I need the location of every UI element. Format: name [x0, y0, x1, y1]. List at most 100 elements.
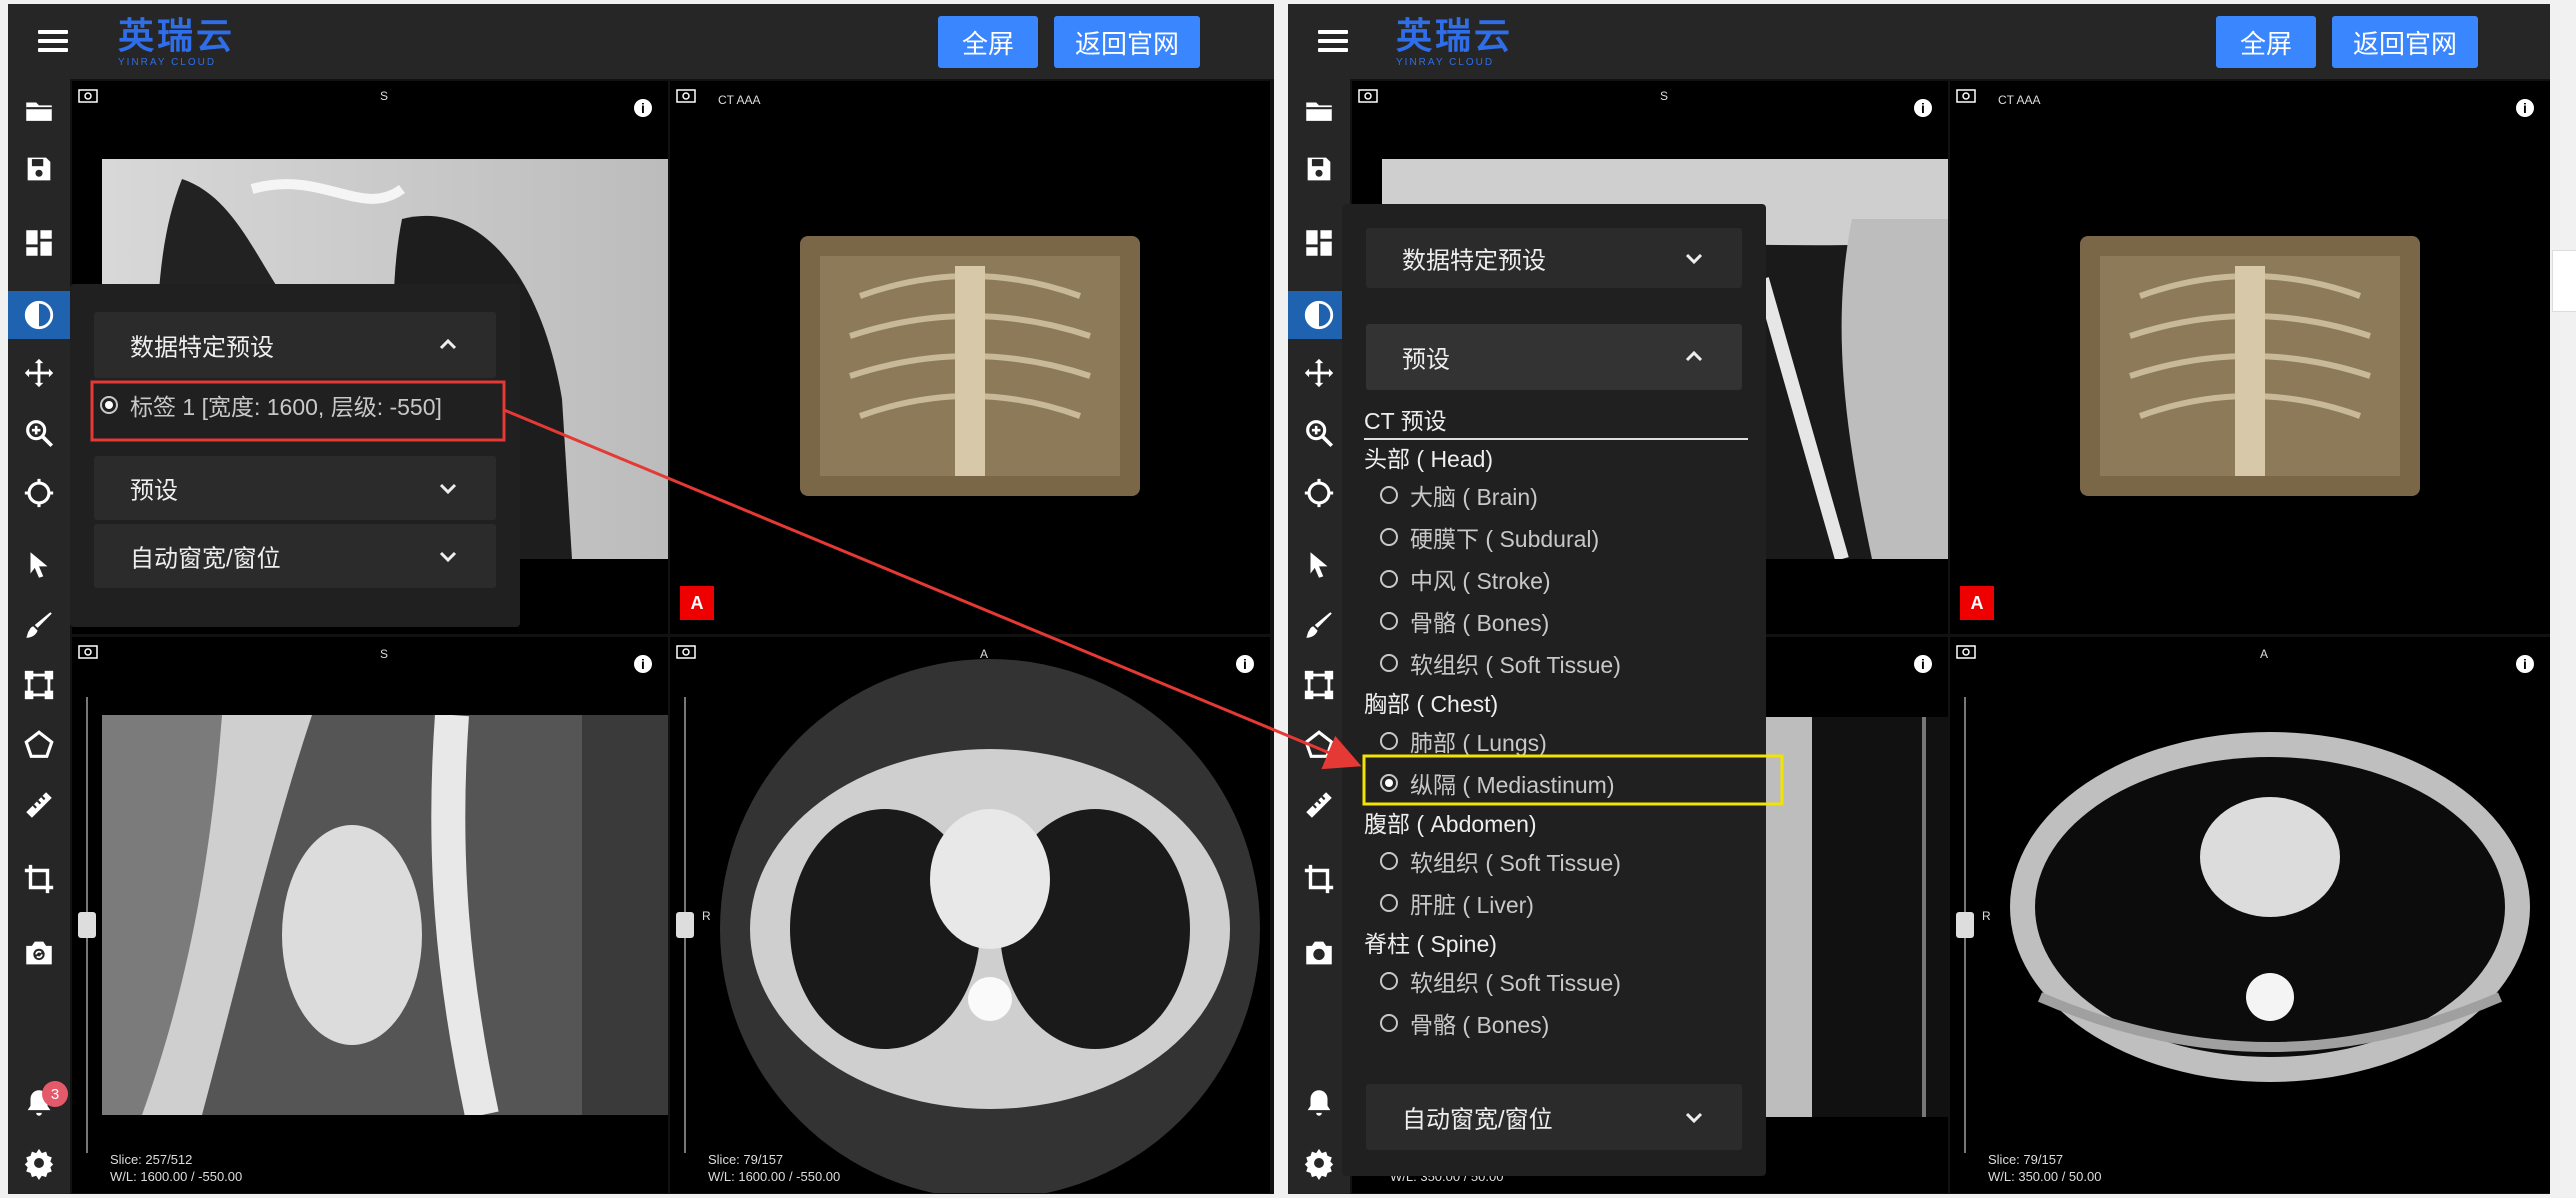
radio[interactable]	[1380, 1014, 1398, 1032]
fullscreen-button[interactable]: 全屏	[938, 16, 1038, 68]
preset-option[interactable]: 骨骼 ( Bones)	[1380, 604, 1549, 638]
open-folder-tool[interactable]	[8, 87, 70, 135]
crop-tool[interactable]	[1288, 855, 1350, 903]
brush-tool[interactable]	[8, 601, 70, 649]
pan-tool[interactable]	[1288, 349, 1350, 397]
info-icon[interactable]: i	[1914, 99, 1932, 117]
zoom-tool[interactable]	[1288, 409, 1350, 457]
camera-icon[interactable]	[78, 87, 98, 103]
viewport-overlay-text: Slice: 79/157 W/L: 350.00 / 50.00	[1988, 1151, 2101, 1185]
camera-icon[interactable]	[1358, 87, 1378, 103]
radio[interactable]	[1380, 654, 1398, 672]
radio[interactable]	[1380, 972, 1398, 990]
menu-icon[interactable]	[1318, 30, 1348, 52]
preset-option-selected[interactable]: 纵隔 ( Mediastinum)	[1380, 766, 1614, 800]
zoom-tool[interactable]	[8, 409, 70, 457]
polygon-tool[interactable]	[8, 721, 70, 769]
preset-option[interactable]: 肝脏 ( Liver)	[1380, 886, 1534, 920]
save-tool[interactable]	[8, 145, 70, 193]
open-folder-tool[interactable]	[1288, 87, 1350, 135]
series-label: CT AAA	[1998, 93, 2041, 107]
menu-icon[interactable]	[38, 30, 68, 52]
radio[interactable]	[1380, 570, 1398, 588]
camera-icon[interactable]	[1956, 87, 1976, 103]
preset-option[interactable]: 软组织 ( Soft Tissue)	[1380, 646, 1621, 680]
settings-button[interactable]	[8, 1139, 70, 1187]
radio-selected[interactable]	[100, 396, 118, 414]
notifications-button[interactable]: 3	[8, 1079, 70, 1127]
slider-thumb[interactable]	[676, 912, 694, 938]
preset-option[interactable]: 大脑 ( Brain)	[1380, 478, 1538, 512]
info-icon[interactable]: i	[1914, 655, 1932, 673]
info-icon[interactable]: i	[2516, 99, 2534, 117]
radio[interactable]	[1380, 612, 1398, 630]
brush-tool[interactable]	[1288, 601, 1350, 649]
orientation-marker[interactable]: A	[680, 586, 714, 620]
crop-tool[interactable]	[8, 855, 70, 903]
back-to-site-button[interactable]: 返回官网	[1054, 16, 1200, 68]
screenshot-tool[interactable]	[1288, 929, 1350, 977]
slider-thumb[interactable]	[78, 912, 96, 938]
orientation-marker[interactable]: A	[1960, 586, 1994, 620]
screenshot-tool[interactable]	[8, 929, 70, 977]
polygon-tool[interactable]	[1288, 721, 1350, 769]
slice-slider[interactable]	[78, 697, 96, 1153]
preset-option[interactable]: 中风 ( Stroke)	[1380, 562, 1551, 596]
notifications-button[interactable]	[1288, 1079, 1350, 1127]
group-head: 腹部 ( Abdomen)	[1364, 811, 1537, 837]
slice-text: Slice: 257/512	[110, 1152, 193, 1167]
pan-tool[interactable]	[8, 349, 70, 397]
rectangle-roi-tool[interactable]	[8, 661, 70, 709]
rectangle-roi-tool[interactable]	[1288, 661, 1350, 709]
layout-tool[interactable]	[8, 219, 70, 267]
viewport-axial[interactable]: A i R Slice: 79/157 W/L: 350.00 / 50.00	[1950, 637, 2550, 1193]
auto-window-accordion[interactable]: 自动窗宽/窗位	[94, 524, 496, 588]
data-presets-accordion[interactable]: 数据特定预设	[94, 312, 496, 378]
viewport-volume-render[interactable]: CT AAA i A	[1950, 81, 2550, 634]
ruler-tool[interactable]	[8, 781, 70, 829]
radio[interactable]	[1380, 852, 1398, 870]
camera-icon[interactable]	[1956, 643, 1976, 659]
window-level-tool[interactable]	[8, 291, 70, 339]
presets-accordion[interactable]: 预设	[1366, 324, 1742, 390]
viewport-axial[interactable]: A i R Slice: 79/157 W/L: 1600.00 / -550.…	[670, 637, 1270, 1193]
presets-accordion[interactable]: 预设	[94, 456, 496, 520]
radio[interactable]	[1380, 894, 1398, 912]
select-tool[interactable]	[8, 541, 70, 589]
info-icon[interactable]: i	[634, 99, 652, 117]
crosshair-tool[interactable]	[1288, 469, 1350, 517]
layout-tool[interactable]	[1288, 219, 1350, 267]
camera-icon[interactable]	[676, 87, 696, 103]
preset-option[interactable]: 软组织 ( Soft Tissue)	[1380, 964, 1621, 998]
radio[interactable]	[1380, 732, 1398, 750]
gear-icon	[1304, 1148, 1334, 1180]
select-tool[interactable]	[1288, 541, 1350, 589]
camera-icon[interactable]	[676, 643, 696, 659]
preset-option-tag1[interactable]: 标签 1 [宽度: 1600, 层级: -550]	[100, 388, 442, 422]
viewport-sagittal-bottom[interactable]: S i A Slice: 257/512 W/L: 1600.00 / -550…	[72, 637, 668, 1193]
slider-thumb[interactable]	[1956, 912, 1974, 938]
info-icon[interactable]: i	[2516, 655, 2534, 673]
radio[interactable]	[1380, 528, 1398, 546]
preset-option[interactable]: 骨骼 ( Bones)	[1380, 1006, 1549, 1040]
viewport-volume-render[interactable]: CT AAA A	[670, 81, 1270, 634]
ruler-tool[interactable]	[1288, 781, 1350, 829]
info-icon[interactable]: i	[634, 655, 652, 673]
radio[interactable]	[1380, 486, 1398, 504]
crosshair-tool[interactable]	[8, 469, 70, 517]
preset-option[interactable]: 软组织 ( Soft Tissue)	[1380, 844, 1621, 878]
save-tool[interactable]	[1288, 145, 1350, 193]
camera-icon[interactable]	[78, 643, 98, 659]
slice-slider[interactable]	[676, 697, 694, 1153]
window-level-tool[interactable]	[1288, 291, 1350, 339]
auto-window-accordion[interactable]: 自动窗宽/窗位	[1366, 1084, 1742, 1150]
slice-slider[interactable]	[1956, 697, 1974, 1153]
fullscreen-button[interactable]: 全屏	[2216, 16, 2316, 68]
option-label: 大脑 ( Brain)	[1410, 484, 1538, 510]
data-presets-accordion[interactable]: 数据特定预设	[1366, 228, 1742, 288]
settings-button[interactable]	[1288, 1139, 1350, 1187]
preset-option[interactable]: 硬膜下 ( Subdural)	[1380, 520, 1599, 554]
preset-option[interactable]: 肺部 ( Lungs)	[1380, 724, 1547, 758]
back-to-site-button[interactable]: 返回官网	[2332, 16, 2478, 68]
radio-selected[interactable]	[1380, 774, 1398, 792]
